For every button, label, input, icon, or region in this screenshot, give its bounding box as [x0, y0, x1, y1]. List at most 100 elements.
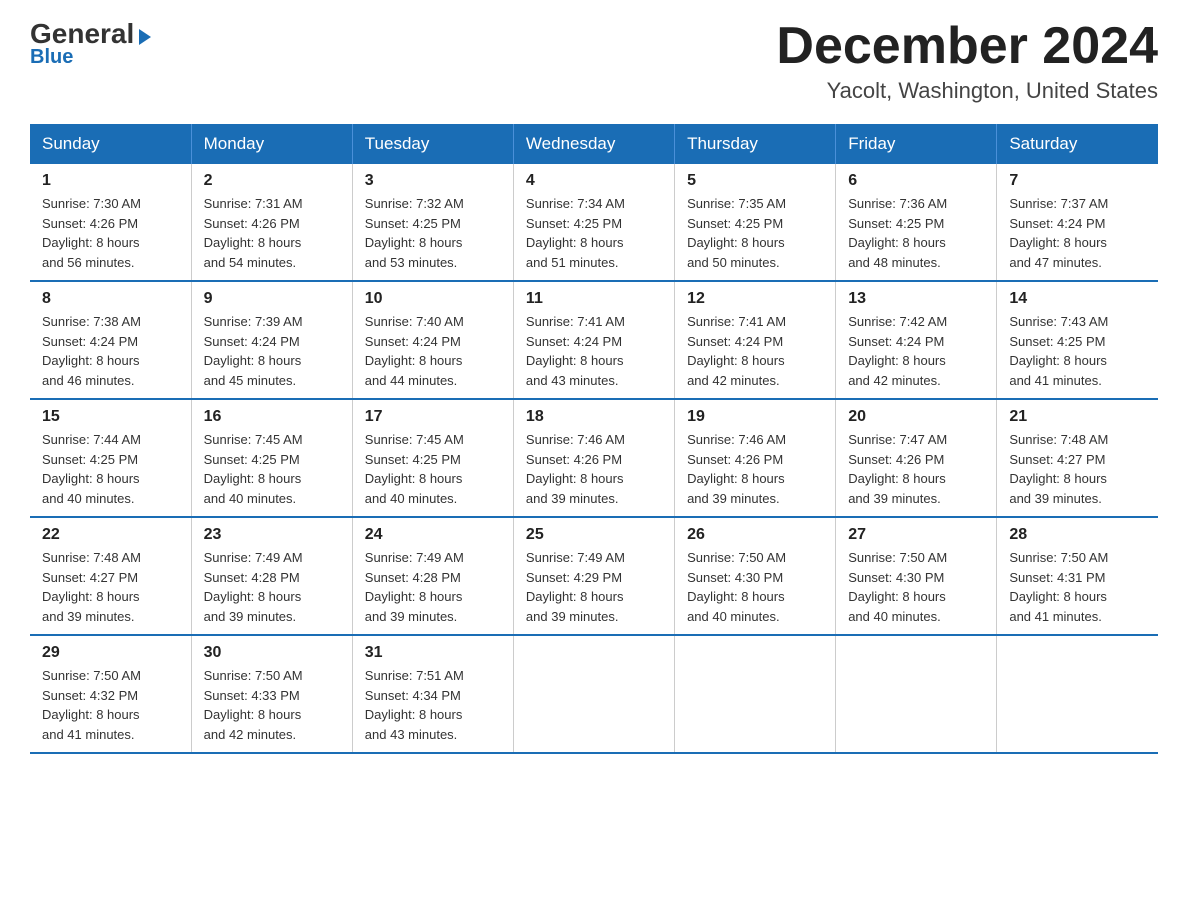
day-info: Sunrise: 7:36 AMSunset: 4:25 PMDaylight:… — [848, 196, 947, 270]
day-info: Sunrise: 7:31 AMSunset: 4:26 PMDaylight:… — [204, 196, 303, 270]
day-info: Sunrise: 7:42 AMSunset: 4:24 PMDaylight:… — [848, 314, 947, 388]
day-info: Sunrise: 7:45 AMSunset: 4:25 PMDaylight:… — [204, 432, 303, 506]
table-row: 19 Sunrise: 7:46 AMSunset: 4:26 PMDaylig… — [675, 399, 836, 517]
day-number: 30 — [204, 644, 340, 662]
logo-blue: Blue — [30, 46, 73, 69]
header-monday: Monday — [191, 124, 352, 164]
day-info: Sunrise: 7:41 AMSunset: 4:24 PMDaylight:… — [687, 314, 786, 388]
day-number: 8 — [42, 290, 179, 308]
table-row: 11 Sunrise: 7:41 AMSunset: 4:24 PMDaylig… — [513, 281, 674, 399]
table-row: 5 Sunrise: 7:35 AMSunset: 4:25 PMDayligh… — [675, 164, 836, 281]
table-row: 28 Sunrise: 7:50 AMSunset: 4:31 PMDaylig… — [997, 517, 1158, 635]
day-number: 24 — [365, 526, 501, 544]
day-info: Sunrise: 7:46 AMSunset: 4:26 PMDaylight:… — [687, 432, 786, 506]
table-row: 24 Sunrise: 7:49 AMSunset: 4:28 PMDaylig… — [352, 517, 513, 635]
table-row: 27 Sunrise: 7:50 AMSunset: 4:30 PMDaylig… — [836, 517, 997, 635]
day-info: Sunrise: 7:39 AMSunset: 4:24 PMDaylight:… — [204, 314, 303, 388]
day-number: 15 — [42, 408, 179, 426]
table-row: 29 Sunrise: 7:50 AMSunset: 4:32 PMDaylig… — [30, 635, 191, 753]
calendar-table: Sunday Monday Tuesday Wednesday Thursday… — [30, 124, 1158, 754]
header-wednesday: Wednesday — [513, 124, 674, 164]
day-number: 20 — [848, 408, 984, 426]
day-number: 4 — [526, 172, 662, 190]
table-row: 13 Sunrise: 7:42 AMSunset: 4:24 PMDaylig… — [836, 281, 997, 399]
calendar-week-row: 1 Sunrise: 7:30 AMSunset: 4:26 PMDayligh… — [30, 164, 1158, 281]
table-row: 9 Sunrise: 7:39 AMSunset: 4:24 PMDayligh… — [191, 281, 352, 399]
calendar-week-row: 15 Sunrise: 7:44 AMSunset: 4:25 PMDaylig… — [30, 399, 1158, 517]
day-info: Sunrise: 7:50 AMSunset: 4:32 PMDaylight:… — [42, 668, 141, 742]
day-info: Sunrise: 7:43 AMSunset: 4:25 PMDaylight:… — [1009, 314, 1108, 388]
table-row: 14 Sunrise: 7:43 AMSunset: 4:25 PMDaylig… — [997, 281, 1158, 399]
day-number: 25 — [526, 526, 662, 544]
header-thursday: Thursday — [675, 124, 836, 164]
day-number: 29 — [42, 644, 179, 662]
header-sunday: Sunday — [30, 124, 191, 164]
day-number: 17 — [365, 408, 501, 426]
logo-triangle-icon — [135, 27, 153, 45]
day-info: Sunrise: 7:50 AMSunset: 4:33 PMDaylight:… — [204, 668, 303, 742]
calendar-week-row: 8 Sunrise: 7:38 AMSunset: 4:24 PMDayligh… — [30, 281, 1158, 399]
day-info: Sunrise: 7:40 AMSunset: 4:24 PMDaylight:… — [365, 314, 464, 388]
day-info: Sunrise: 7:50 AMSunset: 4:30 PMDaylight:… — [848, 550, 947, 624]
month-title: December 2024 — [776, 20, 1158, 72]
day-number: 10 — [365, 290, 501, 308]
day-number: 13 — [848, 290, 984, 308]
logo-text: General — [30, 20, 153, 48]
title-section: December 2024 Yacolt, Washington, United… — [776, 20, 1158, 104]
day-number: 7 — [1009, 172, 1146, 190]
day-info: Sunrise: 7:50 AMSunset: 4:30 PMDaylight:… — [687, 550, 786, 624]
table-row — [836, 635, 997, 753]
header-friday: Friday — [836, 124, 997, 164]
day-number: 3 — [365, 172, 501, 190]
day-info: Sunrise: 7:34 AMSunset: 4:25 PMDaylight:… — [526, 196, 625, 270]
table-row: 16 Sunrise: 7:45 AMSunset: 4:25 PMDaylig… — [191, 399, 352, 517]
table-row — [997, 635, 1158, 753]
day-info: Sunrise: 7:37 AMSunset: 4:24 PMDaylight:… — [1009, 196, 1108, 270]
day-info: Sunrise: 7:49 AMSunset: 4:28 PMDaylight:… — [365, 550, 464, 624]
page-header: General Blue December 2024 Yacolt, Washi… — [30, 20, 1158, 104]
day-number: 14 — [1009, 290, 1146, 308]
table-row: 20 Sunrise: 7:47 AMSunset: 4:26 PMDaylig… — [836, 399, 997, 517]
day-number: 12 — [687, 290, 823, 308]
logo: General Blue — [30, 20, 153, 69]
day-number: 27 — [848, 526, 984, 544]
header-saturday: Saturday — [997, 124, 1158, 164]
day-number: 23 — [204, 526, 340, 544]
calendar-header-row: Sunday Monday Tuesday Wednesday Thursday… — [30, 124, 1158, 164]
table-row: 26 Sunrise: 7:50 AMSunset: 4:30 PMDaylig… — [675, 517, 836, 635]
day-info: Sunrise: 7:35 AMSunset: 4:25 PMDaylight:… — [687, 196, 786, 270]
day-number: 19 — [687, 408, 823, 426]
day-number: 2 — [204, 172, 340, 190]
day-number: 28 — [1009, 526, 1146, 544]
day-number: 22 — [42, 526, 179, 544]
day-info: Sunrise: 7:48 AMSunset: 4:27 PMDaylight:… — [1009, 432, 1108, 506]
day-info: Sunrise: 7:44 AMSunset: 4:25 PMDaylight:… — [42, 432, 141, 506]
table-row: 31 Sunrise: 7:51 AMSunset: 4:34 PMDaylig… — [352, 635, 513, 753]
day-number: 9 — [204, 290, 340, 308]
day-info: Sunrise: 7:41 AMSunset: 4:24 PMDaylight:… — [526, 314, 625, 388]
table-row: 22 Sunrise: 7:48 AMSunset: 4:27 PMDaylig… — [30, 517, 191, 635]
table-row: 7 Sunrise: 7:37 AMSunset: 4:24 PMDayligh… — [997, 164, 1158, 281]
header-tuesday: Tuesday — [352, 124, 513, 164]
day-number: 18 — [526, 408, 662, 426]
day-number: 26 — [687, 526, 823, 544]
table-row: 21 Sunrise: 7:48 AMSunset: 4:27 PMDaylig… — [997, 399, 1158, 517]
table-row: 3 Sunrise: 7:32 AMSunset: 4:25 PMDayligh… — [352, 164, 513, 281]
day-number: 5 — [687, 172, 823, 190]
day-info: Sunrise: 7:49 AMSunset: 4:29 PMDaylight:… — [526, 550, 625, 624]
day-info: Sunrise: 7:46 AMSunset: 4:26 PMDaylight:… — [526, 432, 625, 506]
table-row: 15 Sunrise: 7:44 AMSunset: 4:25 PMDaylig… — [30, 399, 191, 517]
day-number: 31 — [365, 644, 501, 662]
calendar-week-row: 29 Sunrise: 7:50 AMSunset: 4:32 PMDaylig… — [30, 635, 1158, 753]
day-info: Sunrise: 7:50 AMSunset: 4:31 PMDaylight:… — [1009, 550, 1108, 624]
day-info: Sunrise: 7:45 AMSunset: 4:25 PMDaylight:… — [365, 432, 464, 506]
table-row: 18 Sunrise: 7:46 AMSunset: 4:26 PMDaylig… — [513, 399, 674, 517]
table-row: 2 Sunrise: 7:31 AMSunset: 4:26 PMDayligh… — [191, 164, 352, 281]
day-info: Sunrise: 7:32 AMSunset: 4:25 PMDaylight:… — [365, 196, 464, 270]
table-row — [675, 635, 836, 753]
table-row — [513, 635, 674, 753]
day-number: 6 — [848, 172, 984, 190]
table-row: 4 Sunrise: 7:34 AMSunset: 4:25 PMDayligh… — [513, 164, 674, 281]
location-title: Yacolt, Washington, United States — [776, 78, 1158, 104]
table-row: 12 Sunrise: 7:41 AMSunset: 4:24 PMDaylig… — [675, 281, 836, 399]
